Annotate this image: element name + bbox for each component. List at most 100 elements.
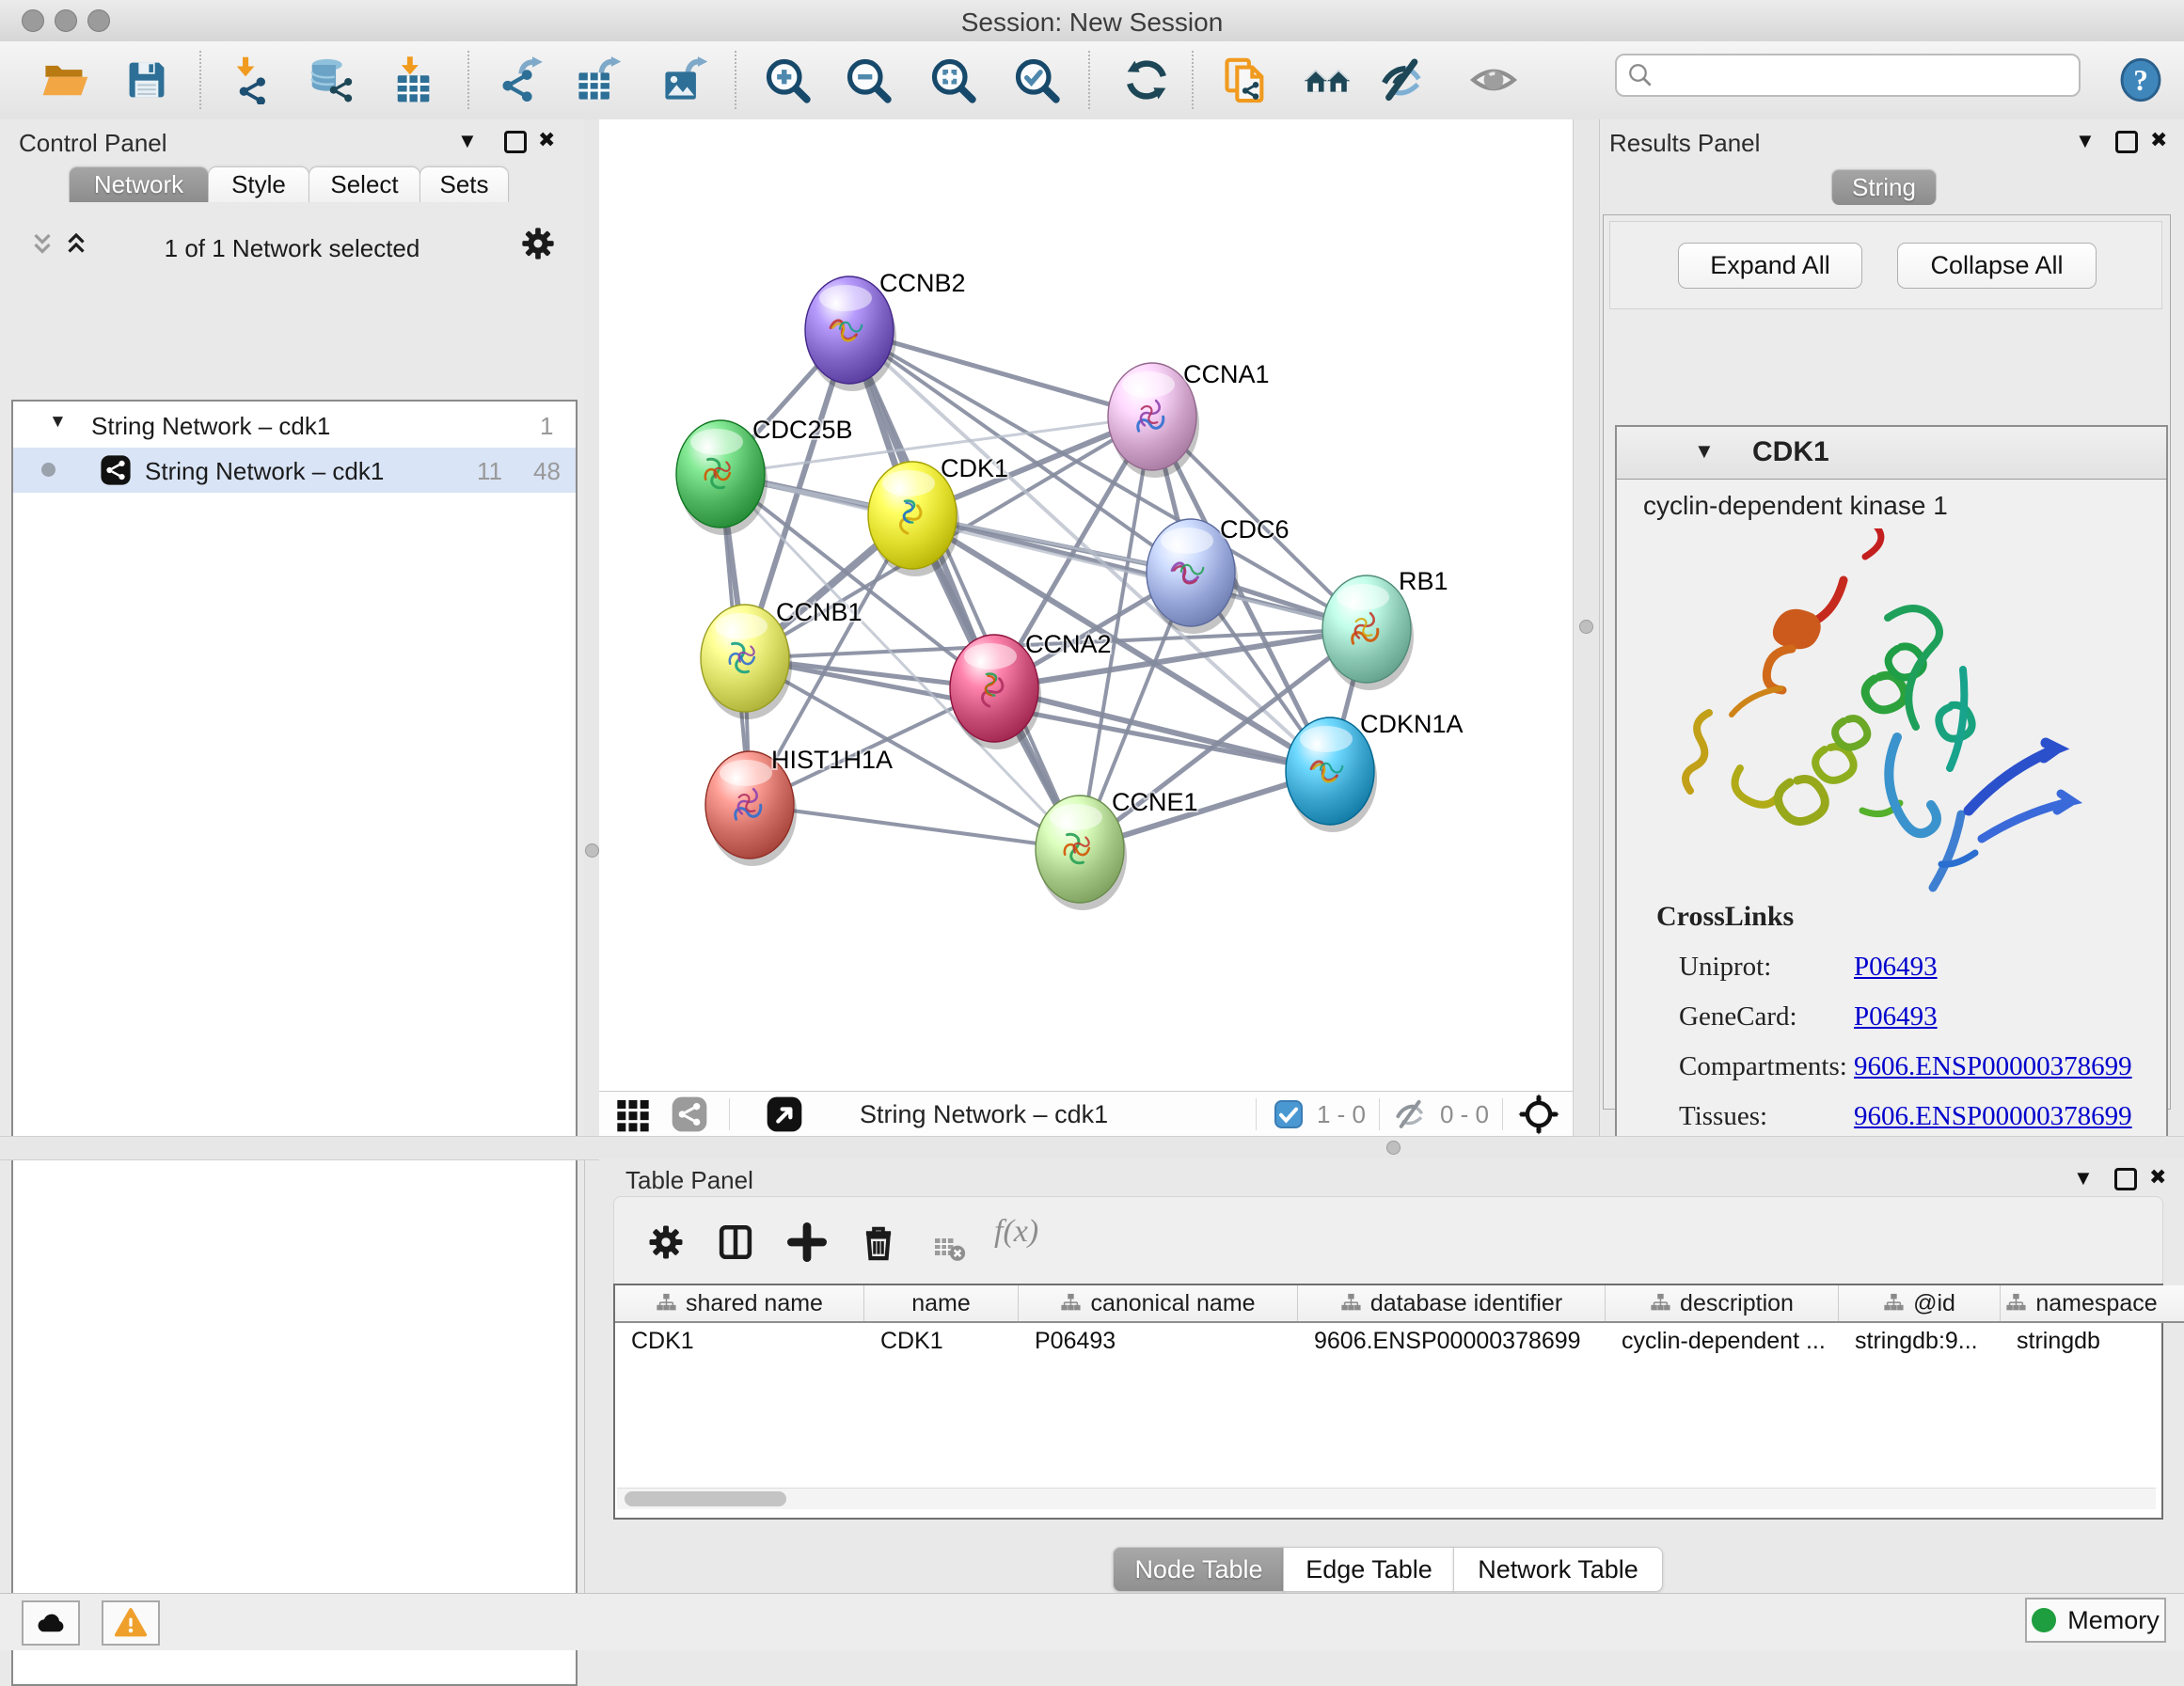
tab-sets[interactable]: Sets <box>419 166 509 202</box>
column-header-database-identifier[interactable]: database identifier <box>1298 1285 1606 1321</box>
import-table-button[interactable] <box>387 54 439 106</box>
delete-column-button[interactable] <box>859 1222 898 1267</box>
function-builder-button-disabled[interactable]: f(x) <box>994 1214 1038 1250</box>
current-network-dot <box>41 463 55 477</box>
results-panel-float-button[interactable]: ▼ <box>2075 129 2096 153</box>
tab-network-table-label: Network Table <box>1478 1555 1638 1584</box>
table-horizontal-scrollbar[interactable] <box>617 1488 2156 1509</box>
node-label-CCNE1: CCNE1 <box>1112 788 1198 816</box>
node-label-CCNA2: CCNA2 <box>1025 630 1112 658</box>
window-title: Session: New Session <box>0 8 2184 38</box>
duplicate-network-button[interactable] <box>1219 54 1272 106</box>
vertical-splitter-left[interactable] <box>584 119 599 1136</box>
import-network-button[interactable] <box>221 54 274 106</box>
open-session-button[interactable] <box>39 54 91 106</box>
table-row[interactable]: CDK1 CDK1 P06493 9606.ENSP00000378699 cy… <box>615 1323 2184 1359</box>
crosslink-genecard-link[interactable]: P06493 <box>1854 1001 1938 1032</box>
column-header-shared-name[interactable]: shared name <box>615 1285 864 1321</box>
zoom-selected-button[interactable] <box>1010 54 1063 106</box>
open-in-window-icon[interactable] <box>766 1095 803 1133</box>
export-table-button[interactable] <box>572 54 625 106</box>
edge-CCNE1-HIST1H1A[interactable] <box>750 805 1080 849</box>
column-header-namespace[interactable]: namespace <box>2001 1285 2162 1321</box>
zoom-out-button[interactable] <box>842 54 894 106</box>
splitter-handle-icon[interactable] <box>585 843 599 858</box>
expand-all-button[interactable]: Expand All <box>1678 243 1862 289</box>
create-column-button[interactable] <box>787 1222 827 1267</box>
results-panel-close-button[interactable]: ✖ <box>2150 128 2167 152</box>
delete-table-button-disabled[interactable] <box>932 1230 966 1268</box>
tab-network-table[interactable]: Network Table <box>1453 1547 1663 1592</box>
save-floppy-icon <box>122 55 171 104</box>
control-panel-close-button[interactable]: ✖ <box>538 128 555 152</box>
tab-style-label: Style <box>231 170 286 199</box>
selected-checkbox[interactable] <box>1274 1099 1304 1129</box>
save-session-button[interactable] <box>120 54 173 106</box>
svg-text:?: ? <box>2133 64 2148 97</box>
zoom-in-icon <box>763 55 812 104</box>
cloud-status-button[interactable] <box>22 1600 80 1646</box>
table-options-button[interactable] <box>646 1222 686 1267</box>
collection-label: String Network – cdk1 <box>91 412 330 441</box>
column-header-id[interactable]: @id <box>1839 1285 2001 1321</box>
tab-string[interactable]: String <box>1831 169 1937 205</box>
results-panel-maximize-button[interactable] <box>2115 131 2138 153</box>
grid-view-icon[interactable] <box>614 1095 652 1133</box>
tab-network[interactable]: Network <box>69 166 209 202</box>
network-view[interactable]: CCNB2CCNA1CDC25BCDK1CDC6RB1CCNB1CCNA2CDK… <box>599 119 1573 1136</box>
network-row-selected[interactable]: String Network – cdk1 11 48 <box>13 448 576 493</box>
horizontal-splitter[interactable] <box>0 1136 2184 1160</box>
tab-style[interactable]: Style <box>208 166 309 202</box>
tab-select[interactable]: Select <box>309 166 420 202</box>
table-toolbar: f(x) <box>613 1196 2163 1288</box>
crosslink-compartments-link[interactable]: 9606.ENSP00000378699 <box>1854 1051 2132 1082</box>
crosslink-tissues-link[interactable]: 9606.ENSP00000378699 <box>1854 1101 2132 1132</box>
network-collection-row[interactable]: ▼ String Network – cdk1 1 <box>13 403 576 448</box>
crosslink-uniprot-link[interactable]: P06493 <box>1854 952 1938 983</box>
gene-card-header[interactable]: ▼ CDK1 <box>1617 427 2166 480</box>
show-all-networks-button[interactable] <box>1301 54 1353 106</box>
gene-description: cyclin-dependent kinase 1 <box>1643 491 1948 521</box>
column-header-canonical-name[interactable]: canonical name <box>1019 1285 1298 1321</box>
table-panel-float-button[interactable]: ▼ <box>2073 1166 2094 1190</box>
tab-node-table[interactable]: Node Table <box>1113 1547 1285 1592</box>
export-network-button[interactable] <box>494 54 546 106</box>
splitter-handle-icon[interactable] <box>1386 1141 1401 1155</box>
network-canvas[interactable]: CCNB2CCNA1CDC25BCDK1CDC6RB1CCNB1CCNA2CDK… <box>599 119 1573 1091</box>
splitter-handle-icon[interactable] <box>1579 620 1593 634</box>
network-panel-options-button[interactable] <box>519 225 557 267</box>
tab-edge-table[interactable]: Edge Table <box>1283 1547 1455 1592</box>
refresh-button[interactable] <box>1120 54 1173 106</box>
flow-icon <box>2005 1293 2026 1314</box>
column-header-description[interactable]: description <box>1606 1285 1839 1321</box>
show-hidden-button[interactable] <box>1467 54 1520 106</box>
tab-string-label: String <box>1852 173 1916 202</box>
import-network-from-database-button[interactable] <box>304 54 356 106</box>
table-panel-maximize-button[interactable] <box>2114 1168 2137 1190</box>
table-panel-close-button[interactable]: ✖ <box>2149 1165 2166 1190</box>
control-panel: Control Panel ▼ ✖ Network Style Select S… <box>0 119 585 1593</box>
toolbar-separator <box>1088 51 1090 109</box>
hide-selected-button[interactable] <box>1375 54 1428 106</box>
column-header-name[interactable]: name <box>864 1285 1019 1321</box>
show-columns-button[interactable] <box>716 1222 755 1267</box>
help-button[interactable]: ? <box>2114 54 2167 106</box>
share-view-icon[interactable] <box>671 1095 708 1133</box>
search-input[interactable] <box>1615 54 2081 97</box>
memory-button[interactable]: Memory <box>2025 1598 2166 1643</box>
gene-card-expander-icon[interactable]: ▼ <box>1694 439 1715 464</box>
scrollbar-thumb[interactable] <box>625 1491 786 1506</box>
crosslink-label: Compartments: <box>1679 1051 1847 1082</box>
collection-expander-icon[interactable]: ▼ <box>49 412 67 433</box>
control-panel-maximize-button[interactable] <box>504 131 527 153</box>
birdseye-icon[interactable] <box>1518 1094 1559 1135</box>
network-selected-status: 1 of 1 Network selected <box>0 234 584 263</box>
crosslink-label: GeneCard: <box>1679 1001 1797 1032</box>
control-panel-float-button[interactable]: ▼ <box>457 129 478 153</box>
zoom-fit-button[interactable] <box>926 54 979 106</box>
export-image-button[interactable] <box>658 54 711 106</box>
zoom-in-button[interactable] <box>761 54 814 106</box>
collapse-all-button[interactable]: Collapse All <box>1897 243 2097 289</box>
help-icon: ? <box>2117 56 2164 103</box>
warnings-button[interactable] <box>102 1600 160 1646</box>
